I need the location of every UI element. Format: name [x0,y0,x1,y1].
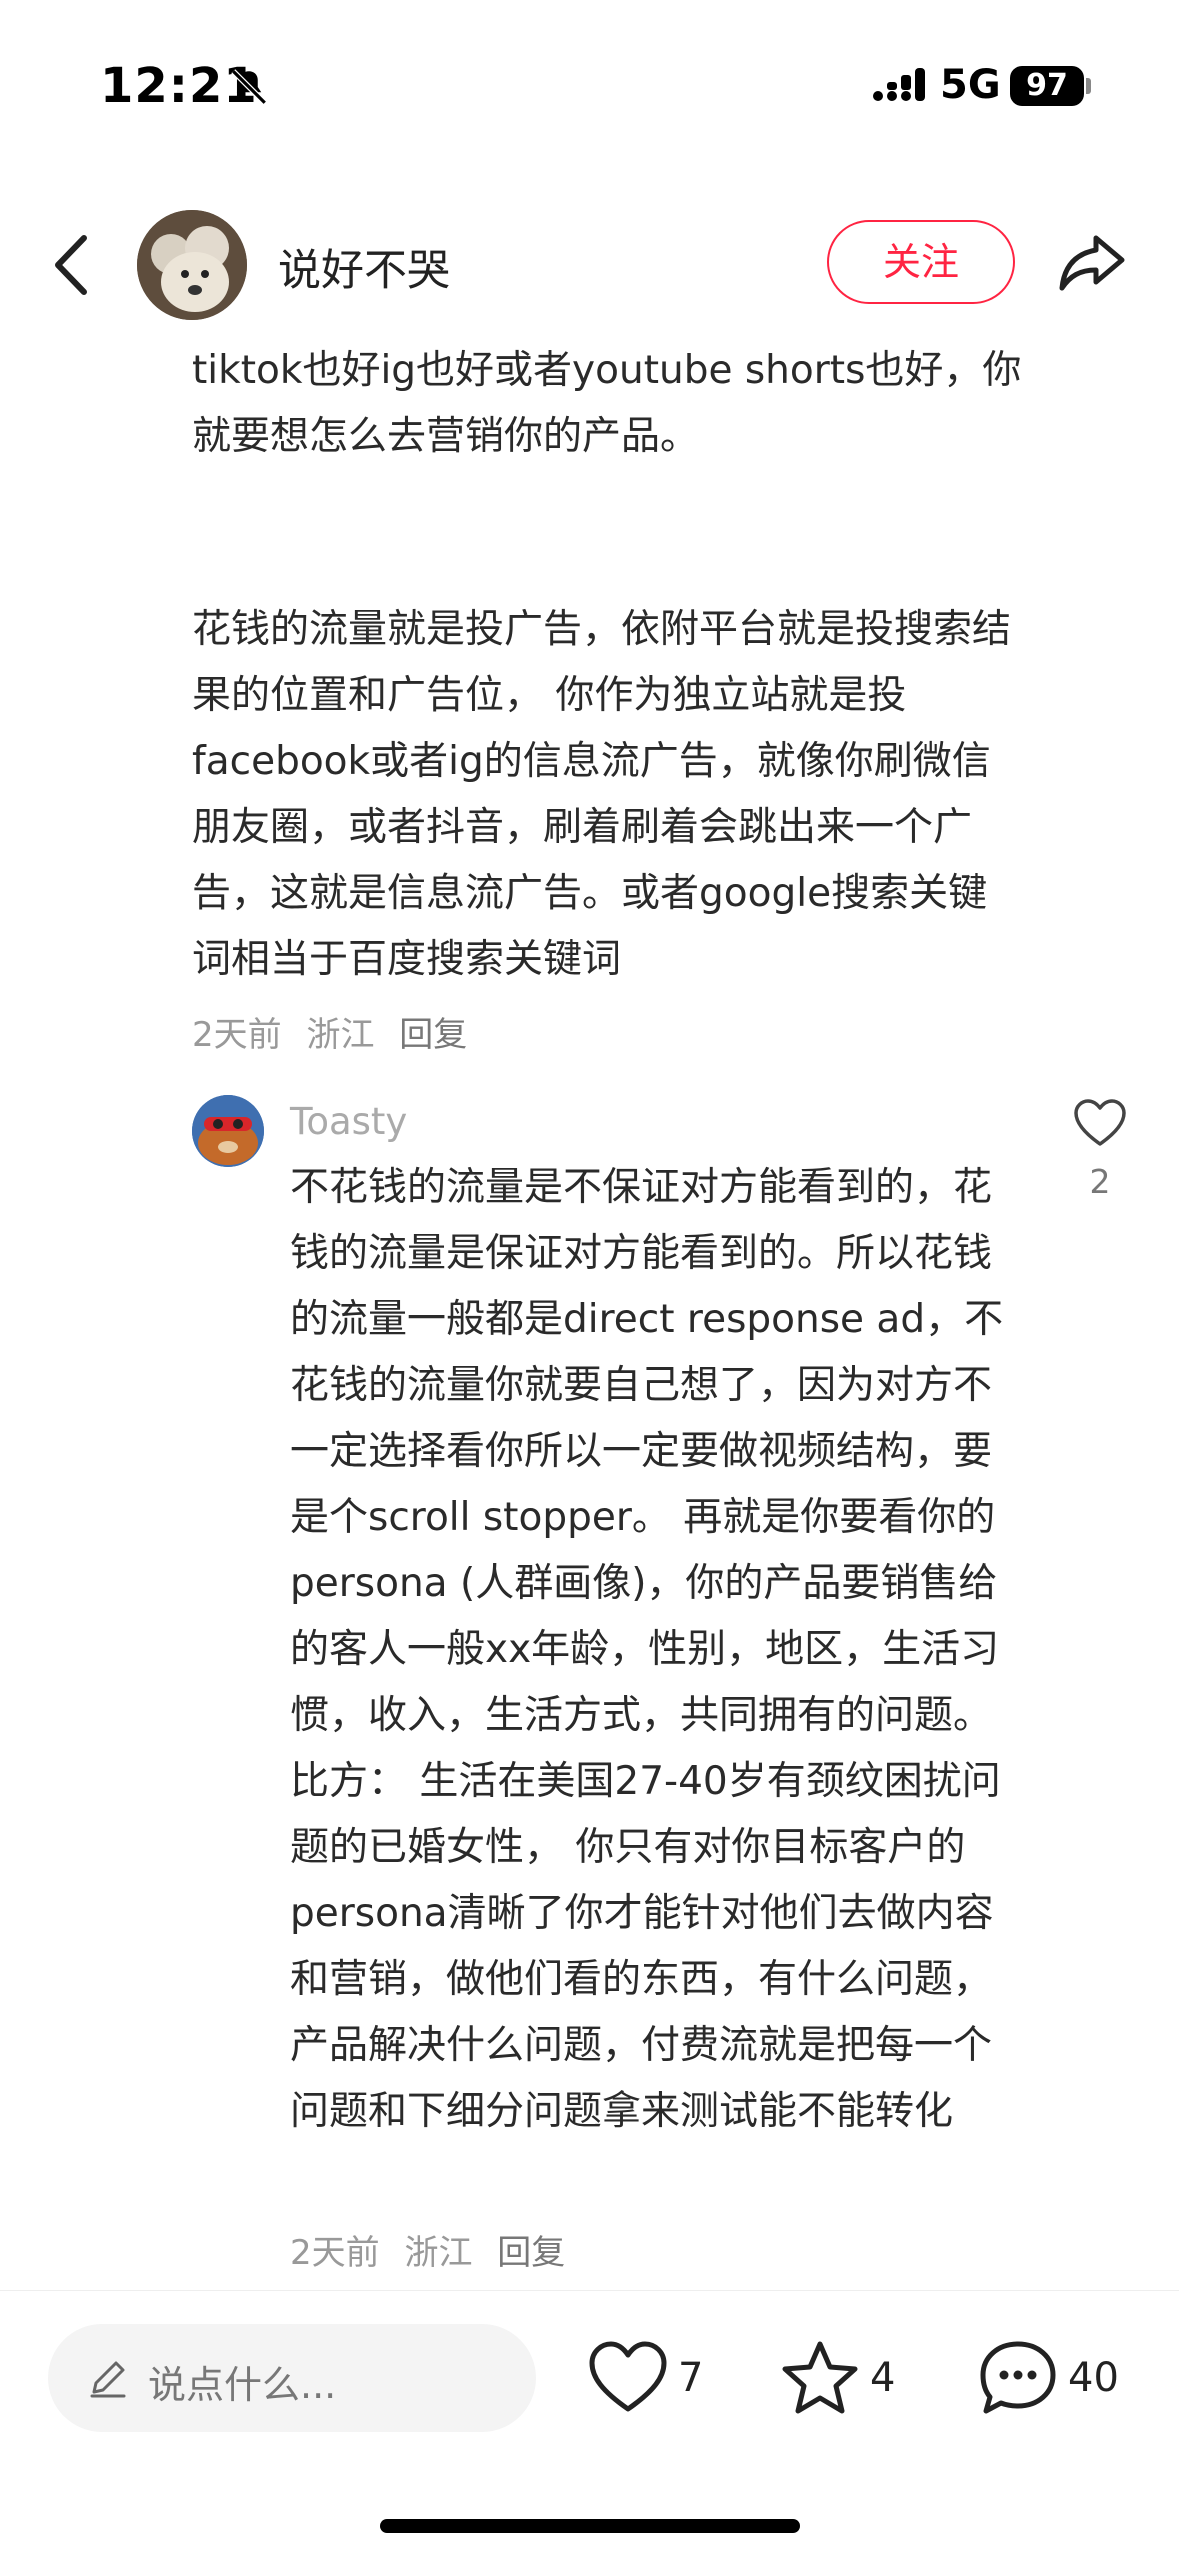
follow-button[interactable]: 关注 [827,220,1015,304]
signal-icon [873,68,925,101]
back-chevron-icon[interactable] [48,230,100,300]
bell-muted-icon [231,69,267,105]
pencil-icon [90,2361,126,2398]
author-name[interactable]: 说好不哭 [278,236,450,298]
heart-icon [1074,1099,1126,1146]
like-button[interactable]: 7 [588,2339,718,2419]
collect-button[interactable]: 4 [780,2339,910,2419]
comment-bubble-icon [980,2341,1056,2414]
sub-comment-author[interactable]: Toasty [290,1100,407,1143]
avatar-image [137,210,247,320]
star-icon [782,2341,858,2414]
comment-meta: 2天前 浙江 回复 [192,1007,481,1056]
comment-button[interactable]: 40 [978,2339,1138,2419]
sub-avatar-image [192,1095,264,1167]
heart-icon [589,2341,667,2412]
status-bar: 12:21 5G 97 [0,0,1179,170]
home-indicator [380,2519,800,2533]
comment-input-placeholder: 说点什么... [148,2363,337,2407]
sub-comment-meta: 2天前 浙江 回复 [290,2225,579,2274]
post-paragraph-2: 花钱的流量就是投广告，依附平台就是投搜索结果的位置和广告位， 你作为独立站就是投… [192,607,1012,982]
comment-input[interactable]: 说点什么... [48,2324,536,2432]
sub-reply-link[interactable]: 回复 [497,2233,565,2273]
comment-like-count: 2 [1089,1162,1111,1201]
reply-link[interactable]: 回复 [399,1015,467,1055]
sub-comment-location: 浙江 [404,2233,473,2273]
comment-location: 浙江 [306,1015,375,1055]
sub-comment-time: 2天前 [290,2233,380,2273]
comment-time: 2天前 [192,1015,282,1055]
like-count: 7 [678,2355,704,2401]
sub-comment-avatar[interactable] [192,1095,264,1167]
comment-like-button[interactable]: 2 [1068,1098,1132,1201]
bottom-action-bar: 说点什么... 7 4 40 [0,2290,1179,2557]
post-paragraph-1: tiktok也好ig也好或者youtube shorts也好，你就要想怎么去营销… [192,348,1022,459]
comment-count: 40 [1068,2355,1119,2401]
sub-comment-text: 不花钱的流量是不保证对方能看到的，花钱的流量是保证对方能看到的。所以花钱的流量一… [290,1165,1004,2134]
share-icon[interactable] [1056,228,1128,298]
network-type: 5G [940,62,1001,108]
battery-indicator: 97 [1010,66,1084,106]
author-avatar[interactable] [137,210,247,320]
post-header: 说好不哭 关注 [0,200,1179,330]
battery-tip [1086,78,1091,94]
collect-count: 4 [870,2355,896,2401]
